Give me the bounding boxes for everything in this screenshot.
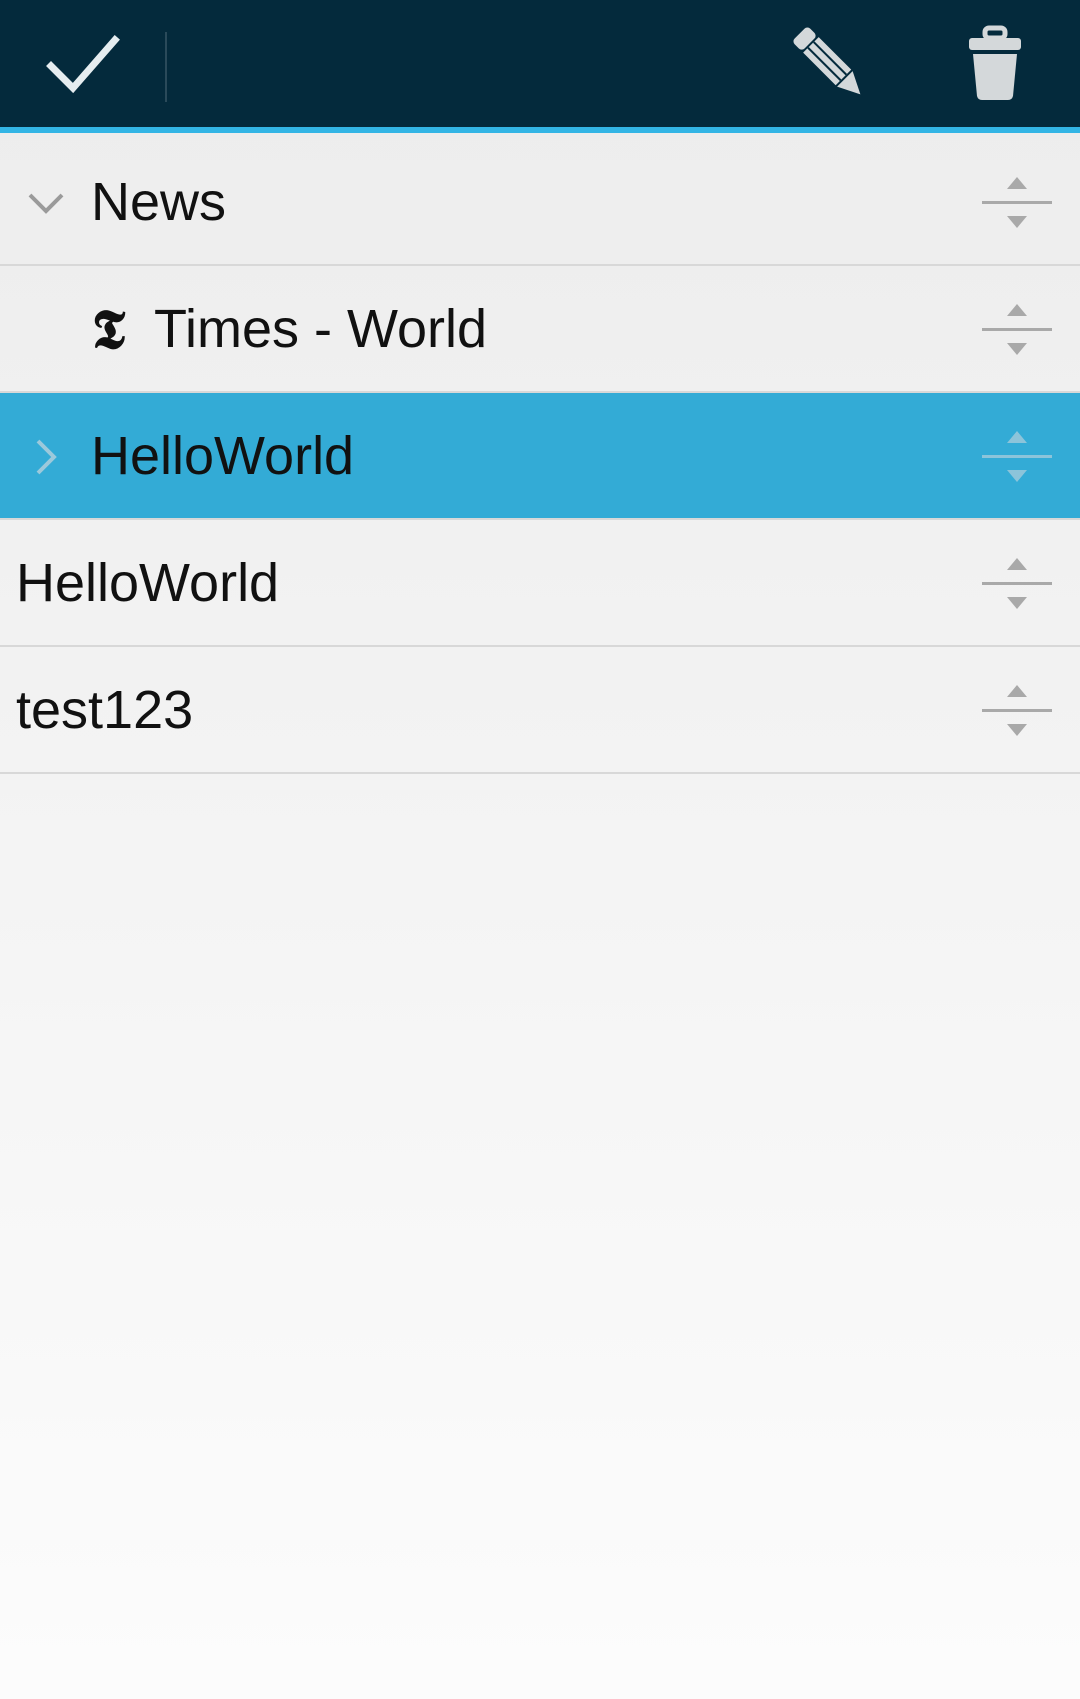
chevron-down-icon [28, 193, 64, 214]
expand-toggle[interactable] [18, 393, 74, 520]
list-item-label: HelloWorld [91, 425, 355, 486]
drag-handle-icon [982, 684, 1052, 736]
list-item-label: News [91, 171, 227, 232]
drag-handle[interactable] [982, 647, 1052, 774]
list-item-label: HelloWorld [16, 552, 280, 613]
drag-handle-icon [982, 557, 1052, 609]
list-item-feed[interactable]: 𝕿 Times - World [0, 266, 1080, 393]
action-bar [0, 0, 1080, 133]
feed-list: News 𝕿 Times - World HelloWorld HelloWor… [0, 139, 1080, 774]
action-bar-divider [165, 32, 167, 102]
trash-icon [969, 25, 1021, 100]
nyt-logo-icon: 𝕿 [92, 297, 126, 361]
list-item-folder[interactable]: News [0, 139, 1080, 266]
drag-handle[interactable] [982, 139, 1052, 266]
pencil-icon [793, 26, 861, 94]
drag-handle-icon [982, 430, 1052, 482]
list-item-feed[interactable]: HelloWorld [0, 520, 1080, 647]
drag-handle[interactable] [982, 393, 1052, 520]
done-button[interactable] [0, 0, 165, 127]
list-item-label: Times - World [154, 298, 488, 359]
drag-handle[interactable] [982, 520, 1052, 647]
delete-button[interactable] [935, 0, 1055, 127]
expand-toggle[interactable] [18, 139, 74, 266]
edit-button[interactable] [770, 0, 890, 127]
checkmark-icon [45, 34, 120, 93]
drag-handle-icon [982, 176, 1052, 228]
list-item-label: test123 [16, 679, 194, 740]
drag-handle-icon [982, 303, 1052, 355]
drag-handle[interactable] [982, 266, 1052, 393]
list-item-feed[interactable]: test123 [0, 647, 1080, 774]
chevron-right-icon [36, 439, 57, 474]
list-item-folder-selected[interactable]: HelloWorld [0, 393, 1080, 520]
